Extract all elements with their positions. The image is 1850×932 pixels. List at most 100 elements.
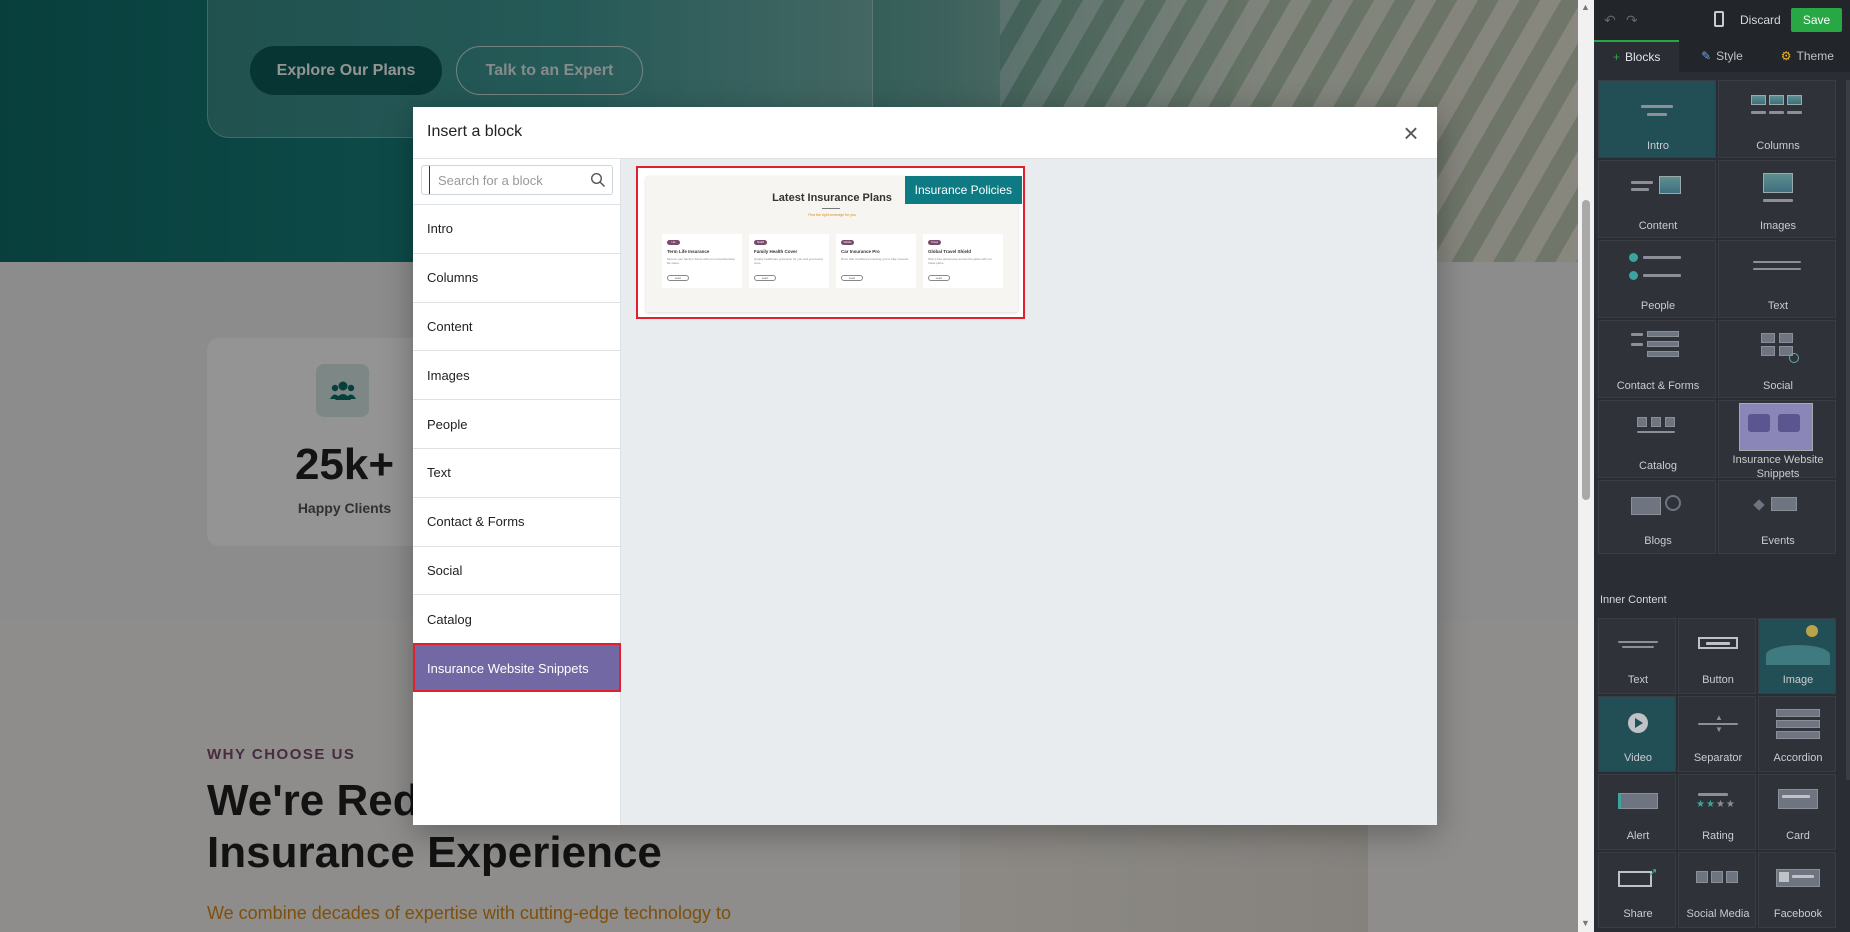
inner-text[interactable]: Text xyxy=(1598,618,1676,694)
block-label: People xyxy=(1640,300,1676,312)
tab-style[interactable]: ✎ Style xyxy=(1679,40,1764,72)
inner-image[interactable]: Image xyxy=(1758,618,1836,694)
preview-card-name: Car Insurance Pro xyxy=(841,249,880,254)
inner-content-title: Inner Content xyxy=(1600,594,1667,606)
redo-icon[interactable]: ↷ xyxy=(1626,12,1638,29)
tab-blocks[interactable]: + Blocks xyxy=(1594,40,1680,72)
inner-facebook[interactable]: Facebook xyxy=(1758,852,1836,928)
category-content[interactable]: Content xyxy=(413,301,621,351)
tab-theme[interactable]: ⚙ Theme xyxy=(1765,40,1850,72)
block-columns[interactable]: Columns xyxy=(1718,80,1836,158)
category-intro[interactable]: Intro xyxy=(413,204,621,253)
category-contact-forms[interactable]: Contact & Forms xyxy=(413,496,621,546)
category-insurance-website-snippets[interactable]: Insurance Website Snippets xyxy=(413,643,621,692)
category-images[interactable]: Images xyxy=(413,350,621,399)
block-category-sidebar: Intro Columns Content Images People Text… xyxy=(413,159,621,825)
inner-label: Video xyxy=(1624,752,1652,764)
save-button[interactable]: Save xyxy=(1791,8,1842,32)
scroll-down-arrow-icon[interactable]: ▼ xyxy=(1581,918,1590,928)
content-thumbnail-icon xyxy=(1627,171,1687,207)
block-intro[interactable]: Intro xyxy=(1598,80,1716,158)
block-search xyxy=(421,165,613,195)
preview-card: Life Term Life Insurance Secure your fam… xyxy=(662,234,742,288)
block-label: Intro xyxy=(1646,140,1669,152)
accordion-thumbnail-icon xyxy=(1776,709,1820,739)
close-icon[interactable]: × xyxy=(1397,119,1425,147)
block-label: Images xyxy=(1759,220,1797,232)
block-label: Social xyxy=(1763,380,1793,392)
block-catalog[interactable]: Catalog xyxy=(1598,400,1716,478)
insert-block-dialog: Insert a block × Intro Columns Content I… xyxy=(413,107,1437,825)
block-insurance-website-snippets[interactable]: Insurance Website Snippets xyxy=(1718,400,1836,480)
block-label: Insurance Website Snippets xyxy=(1732,454,1824,480)
inner-card[interactable]: Card xyxy=(1758,774,1836,850)
inner-social-media[interactable]: Social Media xyxy=(1678,852,1756,928)
inner-video[interactable]: Video xyxy=(1598,696,1676,772)
block-blogs[interactable]: Blogs xyxy=(1598,480,1716,554)
category-text[interactable]: Text xyxy=(413,447,621,497)
block-content[interactable]: Content xyxy=(1598,160,1716,238)
search-icon[interactable] xyxy=(590,172,606,188)
inner-alert[interactable]: Alert xyxy=(1598,774,1676,850)
star-rating-icon: ★★★★ xyxy=(1696,787,1740,817)
block-search-input[interactable] xyxy=(429,166,589,194)
editor-scrollbar[interactable] xyxy=(1846,80,1850,780)
inner-button[interactable]: Button xyxy=(1678,618,1756,694)
tab-label: Style xyxy=(1716,49,1743,63)
preview-divider xyxy=(822,208,840,209)
editor-topbar: ↶ ↷ Discard Save xyxy=(1594,0,1850,40)
plus-icon: + xyxy=(1612,50,1620,64)
scroll-up-arrow-icon[interactable]: ▲ xyxy=(1581,2,1590,12)
block-label: Text xyxy=(1767,300,1789,312)
category-catalog[interactable]: Catalog xyxy=(413,594,621,643)
block-events[interactable]: Events xyxy=(1718,480,1836,554)
inner-label: Share xyxy=(1623,908,1653,920)
facebook-icon xyxy=(1776,865,1820,895)
block-contact-forms[interactable]: Contact & Forms xyxy=(1598,320,1716,398)
preview-card-tag: Life xyxy=(667,240,680,245)
snippet-badge: Insurance Policies xyxy=(904,176,1022,204)
pencil-icon: ✎ xyxy=(1701,49,1712,63)
inner-share[interactable]: ➚ Share xyxy=(1598,852,1676,928)
page-scrollbar[interactable]: ▲ ▼ xyxy=(1578,0,1594,932)
inner-label: Image xyxy=(1782,674,1814,686)
preview-card-button: Learn xyxy=(667,275,689,281)
inner-separator[interactable]: ▲ ▼ Separator xyxy=(1678,696,1756,772)
image-thumbnail-icon xyxy=(1766,625,1830,665)
inner-label: Facebook xyxy=(1773,908,1823,920)
category-columns[interactable]: Columns xyxy=(413,252,621,302)
inner-accordion[interactable]: Accordion xyxy=(1758,696,1836,772)
social-media-icons xyxy=(1696,865,1740,895)
block-text[interactable]: Text xyxy=(1718,240,1836,318)
block-social[interactable]: Social xyxy=(1718,320,1836,398)
mobile-preview-icon[interactable] xyxy=(1714,11,1724,27)
category-social[interactable]: Social xyxy=(413,545,621,595)
catalog-thumbnail-icon xyxy=(1627,411,1687,447)
snippet-gallery: Latest Insurance Plans Find the right co… xyxy=(621,159,1437,825)
events-thumbnail-icon xyxy=(1747,491,1807,527)
discard-button[interactable]: Discard xyxy=(1740,10,1781,30)
preview-card: Travel Global Travel Shield Worry-free a… xyxy=(923,234,1003,288)
inner-label: Rating xyxy=(1702,830,1734,842)
inner-rating[interactable]: ★★★★ Rating xyxy=(1678,774,1756,850)
category-list: Intro Columns Content Images People Text… xyxy=(413,204,621,692)
insurance-snippets-thumbnail-icon xyxy=(1739,403,1813,451)
preview-card-button: Learn xyxy=(754,275,776,281)
preview-card-desc: Secure your family's future with our com… xyxy=(667,257,735,265)
columns-thumbnail-icon xyxy=(1747,91,1807,127)
preview-card: Vehicle Car Insurance Pro Drive with con… xyxy=(836,234,916,288)
block-images[interactable]: Images xyxy=(1718,160,1836,238)
social-thumbnail-icon xyxy=(1747,331,1807,367)
block-label: Contact & Forms xyxy=(1616,380,1700,392)
alert-thumbnail-icon xyxy=(1616,787,1660,817)
dialog-title: Insert a block xyxy=(427,123,523,140)
page-scrollbar-thumb[interactable] xyxy=(1582,200,1590,500)
play-icon xyxy=(1616,709,1660,739)
intro-thumbnail-icon xyxy=(1627,91,1687,127)
tab-label: Theme xyxy=(1796,49,1834,63)
category-people[interactable]: People xyxy=(413,399,621,448)
snippet-insurance-policies[interactable]: Latest Insurance Plans Find the right co… xyxy=(636,166,1025,319)
contact-forms-thumbnail-icon xyxy=(1627,331,1687,367)
block-people[interactable]: People xyxy=(1598,240,1716,318)
undo-icon[interactable]: ↶ xyxy=(1604,12,1616,29)
